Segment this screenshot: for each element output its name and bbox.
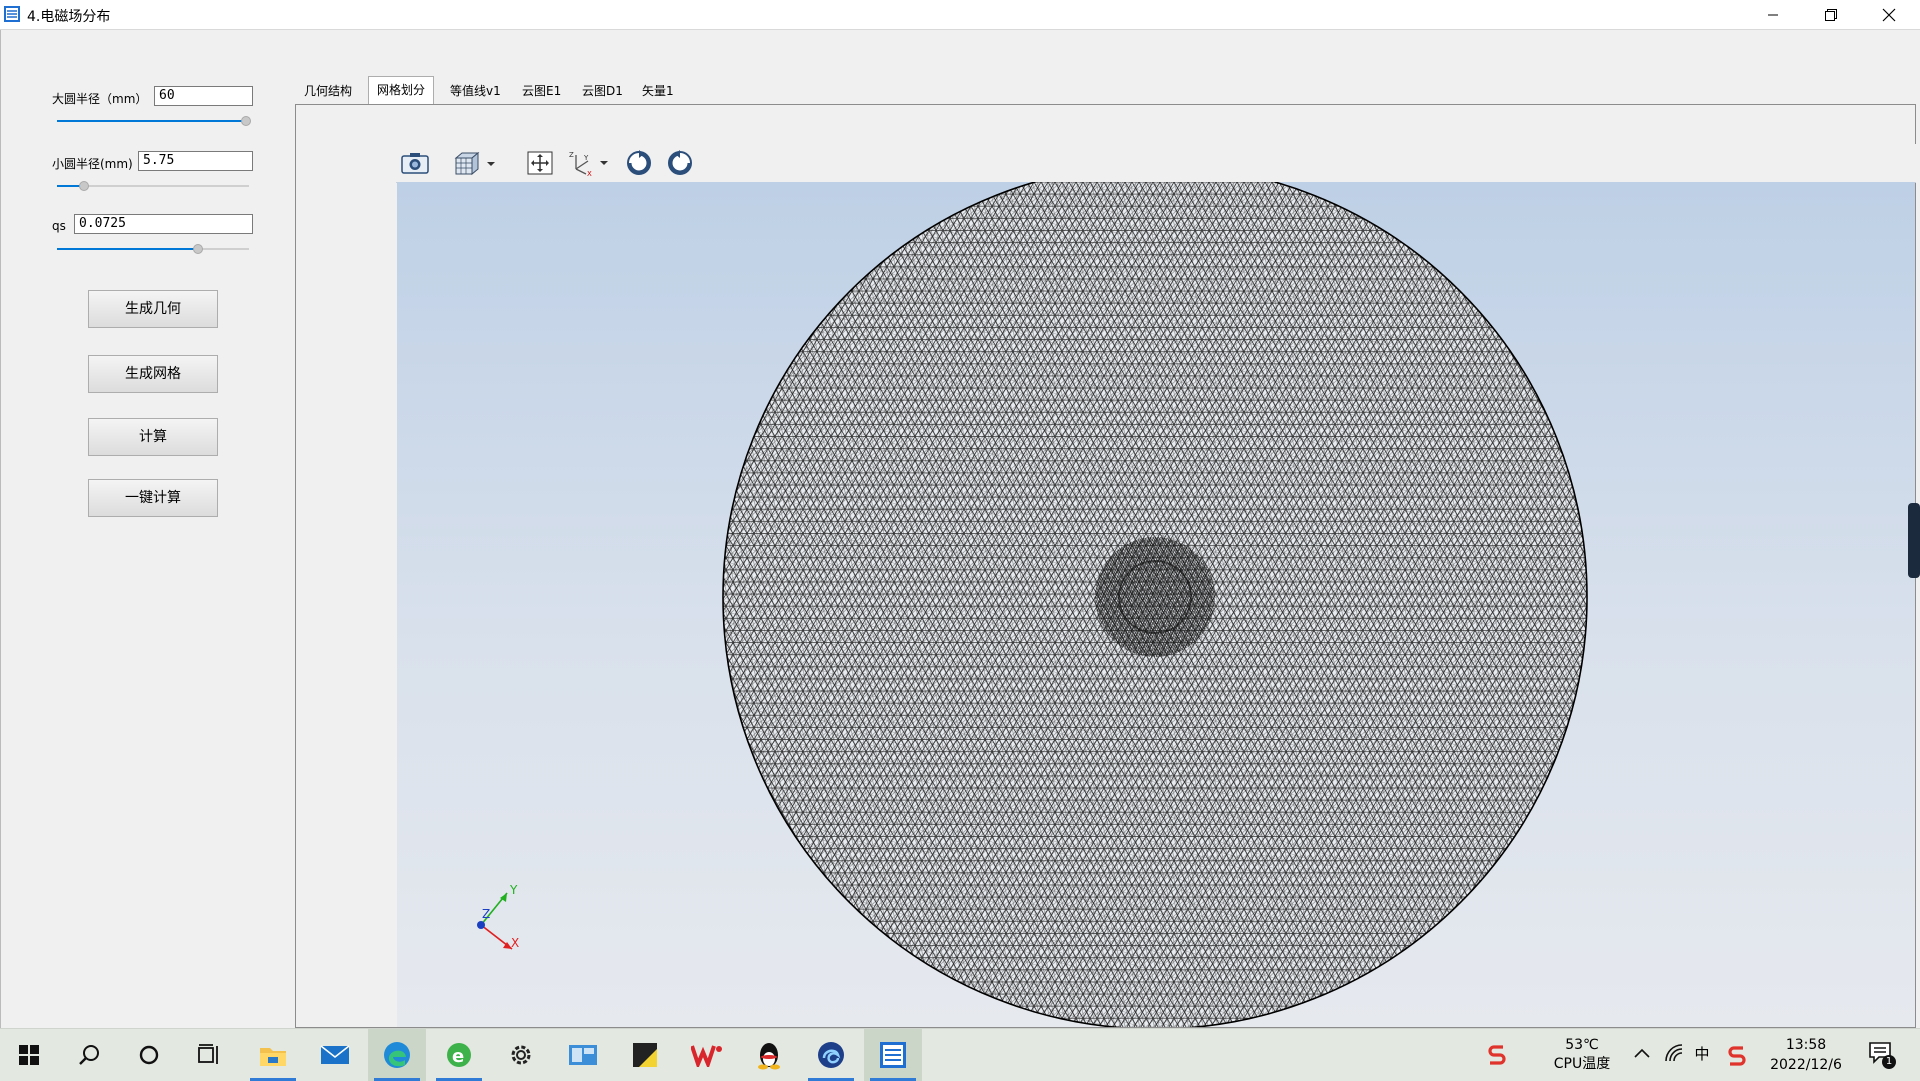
- axis-x-label: X: [511, 936, 519, 950]
- folder-icon: [260, 1048, 286, 1066]
- taskbar-control-panel[interactable]: [554, 1029, 612, 1081]
- cortana-button[interactable]: [120, 1029, 178, 1081]
- app-icon: [4, 6, 20, 22]
- mesh-canvas: X Y Z: [477, 182, 1588, 1027]
- taskbar-ie[interactable]: e: [430, 1029, 488, 1081]
- axis-z-label: Z: [482, 907, 490, 921]
- rotate-ccw-icon: [668, 150, 692, 175]
- clock-date[interactable]: 2022/12/6: [1760, 1056, 1852, 1074]
- axis-y-label: Y: [509, 883, 518, 897]
- search-button[interactable]: [60, 1029, 118, 1081]
- generate-mesh-button[interactable]: 生成网格: [88, 355, 218, 393]
- slider-thumb[interactable]: [79, 181, 89, 191]
- tab-cloud-e1[interactable]: 云图E1: [514, 78, 569, 104]
- view-cube-button[interactable]: [450, 148, 498, 178]
- small-radius-input[interactable]: 5.75: [138, 151, 253, 171]
- qq-icon: [758, 1043, 780, 1070]
- title-bar: 4.电磁场分布: [0, 0, 1920, 30]
- app-icon: [880, 1042, 906, 1068]
- fit-view-icon: [527, 151, 553, 175]
- ime-indicator[interactable]: 中: [1692, 1045, 1712, 1063]
- taskbar: e 53℃ CPU温度 中 13:58 2022/12/6 1: [0, 1028, 1920, 1081]
- view-cube-icon: [454, 151, 495, 176]
- swirl-app-icon: [818, 1042, 844, 1068]
- taskbar-current-app[interactable]: [864, 1029, 922, 1081]
- one-click-compute-button[interactable]: 一键计算: [88, 479, 218, 517]
- task-view-button[interactable]: [180, 1029, 238, 1081]
- screenshot-button[interactable]: [399, 148, 431, 178]
- rotate-cw-button[interactable]: [623, 148, 655, 178]
- big-radius-label: 大圆半径（mm）: [52, 92, 148, 106]
- svg-text:e: e: [452, 1046, 464, 1067]
- notification-count: 1: [1882, 1055, 1896, 1069]
- slider-thumb[interactable]: [241, 116, 251, 126]
- axis-orient-icon: Z Y X: [569, 151, 608, 177]
- mesh-disk: [723, 182, 1587, 1027]
- cortana-icon: [139, 1045, 159, 1065]
- chevron-up-icon[interactable]: [1634, 1047, 1650, 1059]
- qs-label: qs: [52, 219, 66, 233]
- ie-icon: e: [447, 1043, 471, 1067]
- sogou-ime-icon[interactable]: [1726, 1044, 1748, 1066]
- generate-geometry-button[interactable]: 生成几何: [88, 290, 218, 328]
- svg-text:Z: Z: [569, 151, 574, 159]
- taskbar-mail[interactable]: [306, 1029, 364, 1081]
- tab-mesh[interactable]: 网格划分: [368, 76, 435, 106]
- network-icon[interactable]: [1664, 1043, 1686, 1063]
- tab-contour[interactable]: 等值线v1: [442, 78, 509, 104]
- fit-view-button[interactable]: [524, 148, 556, 178]
- control-panel-icon: [569, 1045, 597, 1065]
- mail-icon: [320, 1045, 350, 1064]
- taskbar-wps[interactable]: [678, 1029, 736, 1081]
- tab-vector[interactable]: 矢量1: [634, 78, 682, 104]
- restore-icon: [1825, 8, 1837, 21]
- taskbar-qq[interactable]: [740, 1029, 798, 1081]
- taskbar-sticky-notes[interactable]: [616, 1029, 674, 1081]
- gear-icon: [511, 1045, 531, 1065]
- small-radius-slider[interactable]: [57, 179, 249, 193]
- minimize-button[interactable]: [1744, 0, 1802, 29]
- taskbar-file-explorer[interactable]: [244, 1029, 302, 1081]
- minimize-icon: [1768, 14, 1778, 15]
- wps-icon: [691, 1045, 722, 1067]
- sogou-tray-icon[interactable]: [1486, 1043, 1508, 1065]
- axis-orient-button[interactable]: Z Y X: [564, 148, 612, 178]
- compute-button[interactable]: 计算: [88, 418, 218, 456]
- close-icon: [1882, 8, 1896, 21]
- big-radius-slider[interactable]: [57, 114, 251, 128]
- svg-text:Y: Y: [583, 154, 589, 162]
- slider-thumb[interactable]: [193, 244, 203, 254]
- axis-triad: X Y Z: [477, 883, 519, 950]
- restore-button[interactable]: [1802, 0, 1860, 29]
- windows-icon: [19, 1045, 39, 1065]
- tab-geometry[interactable]: 几何结构: [296, 78, 360, 104]
- mesh-viewport[interactable]: X Y Z: [397, 182, 1915, 1027]
- start-button[interactable]: [0, 1029, 58, 1081]
- viewer-toolbar: Z Y X: [396, 144, 1916, 183]
- taskbar-edge[interactable]: [368, 1029, 426, 1081]
- edge-icon: [384, 1042, 410, 1068]
- cpu-temperature-label: CPU温度: [1553, 1056, 1611, 1072]
- task-view-icon: [198, 1044, 218, 1064]
- clock-time[interactable]: 13:58: [1760, 1036, 1852, 1054]
- side-scroll-handle[interactable]: [1908, 503, 1920, 578]
- notification-button[interactable]: 1: [1868, 1041, 1898, 1069]
- small-radius-label: 小圆半径(mm): [52, 157, 133, 171]
- taskbar-settings[interactable]: [492, 1029, 550, 1081]
- sticky-notes-icon: [633, 1043, 657, 1067]
- close-button[interactable]: [1860, 0, 1918, 29]
- tab-cloud-d1[interactable]: 云图D1: [574, 78, 631, 104]
- search-icon: [79, 1045, 99, 1065]
- camera-icon: [401, 153, 429, 174]
- qs-input[interactable]: 0.0725: [74, 214, 253, 234]
- taskbar-app-swirl[interactable]: [802, 1029, 860, 1081]
- big-radius-input[interactable]: 60: [154, 86, 253, 106]
- rotate-cw-icon: [627, 150, 651, 175]
- qs-slider[interactable]: [57, 242, 249, 256]
- svg-text:X: X: [587, 170, 592, 177]
- rotate-ccw-button[interactable]: [664, 148, 696, 178]
- cpu-temperature: 53℃: [1565, 1037, 1599, 1053]
- window-title: 4.电磁场分布: [27, 9, 111, 25]
